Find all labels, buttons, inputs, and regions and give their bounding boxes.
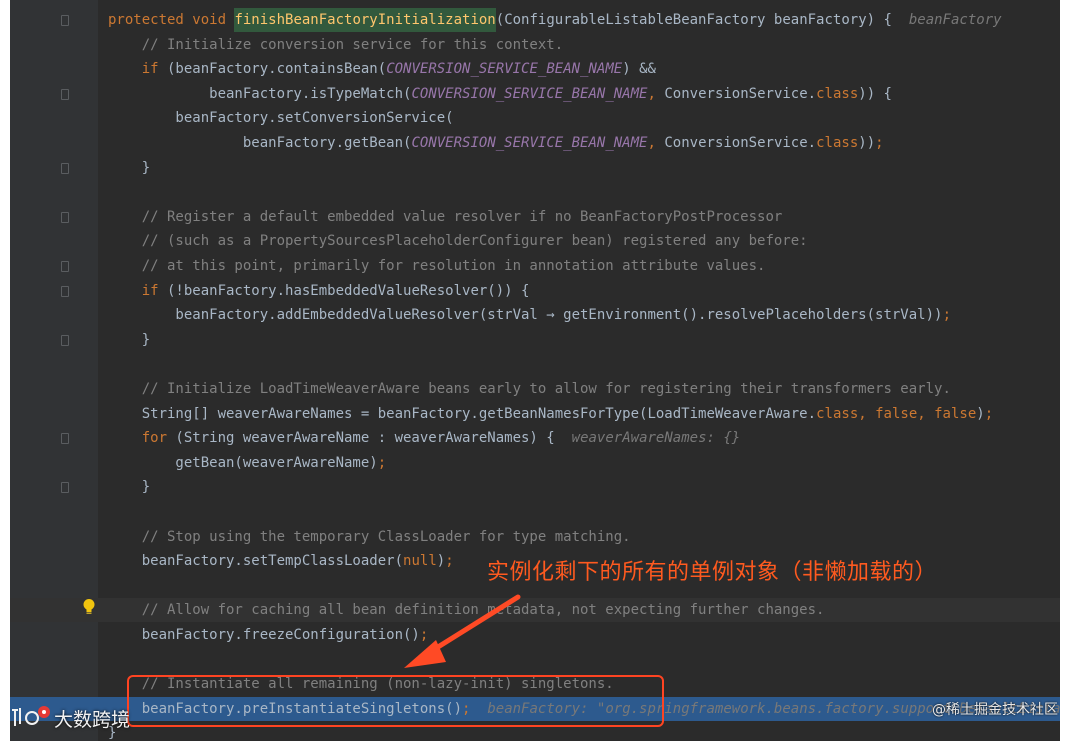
code-token: )) { [858,85,892,102]
code-token: ; [377,454,387,471]
code-token: )) [858,135,876,151]
code-line[interactable] [10,180,1060,204]
code-line[interactable]: } [10,328,1060,352]
code-token: (beanFactory.containsBean( [158,61,387,78]
code-line[interactable]: if (!beanFactory.hasEmbeddedValueResolve… [10,279,1060,303]
code-token: finishBeanFactoryInitialization [234,8,496,32]
code-line[interactable]: // Register a default embedded value res… [10,205,1060,229]
code-token: CONVERSION_SERVICE_BEAN_NAME [411,85,648,102]
code-editor[interactable]: protected void finishBeanFactoryInitiali… [10,0,1060,741]
code-token: (String weaverAwareName : weaverAwareNam… [167,430,555,447]
lightbulb-icon[interactable] [82,598,96,616]
watermark-right: @稀土掘金技术社区 [932,702,1058,718]
code-token: for [141,430,168,447]
code-token: // (such as a PropertySourcesPlaceholder… [108,233,808,250]
code-token: String[] weaverAwareNames = beanFactory.… [108,405,817,422]
code-line[interactable]: String[] weaverAwareNames = beanFactory.… [10,402,1060,426]
code-token: ) && [622,61,656,78]
code-token: } [108,479,151,496]
annotation-callout: 实例化剩下的所有的单例对象（非懒加载的） [487,560,938,585]
code-token: // Stop using the temporary ClassLoader … [108,528,631,545]
code-token: // Allow for caching all bean definition… [108,602,825,619]
code-token: beanFactory.setTempClassLoader( [108,553,404,570]
code-token: ; [445,553,454,570]
code-token: // Initialize LoadTimeWeaverAware beans … [108,381,951,397]
code-token: getBean(weaverAwareName) [108,454,378,471]
code-token: false [934,405,977,422]
code-line[interactable]: // Stop using the temporary ClassLoader … [10,525,1060,549]
code-token: , [647,85,665,102]
code-token: // at this point, primarily for resoluti… [108,258,766,274]
code-line[interactable]: for (String weaverAwareName : weaverAwar… [10,426,1060,450]
code-line[interactable]: // Initialize LoadTimeWeaverAware beans … [10,377,1060,401]
code-line[interactable]: } [10,156,1060,180]
code-line[interactable]: beanFactory.setConversionService( [10,106,1060,130]
annotation-highlight-box [127,675,664,727]
code-token: ConversionService. [664,135,817,151]
code-token: beanFactory.freezeConfiguration() [108,627,420,643]
code-token: CONVERSION_SERVICE_BEAN_NAME [411,135,648,151]
code-token: false [875,405,918,422]
code-token: ) [436,553,446,570]
code-token: CONVERSION_SERVICE_BEAN_NAME [386,61,623,78]
code-token: ; [419,627,429,643]
code-token: (ConfigurableListableBeanFactory beanFac… [495,12,892,28]
code-line[interactable]: // Initialize conversion service for thi… [10,33,1060,57]
code-token: class [816,405,859,422]
code-token: ; [875,135,884,151]
code-token: , [647,135,665,151]
code-token: weaverAwareNames: {} [554,430,741,447]
code-line[interactable]: // at this point, primarily for resoluti… [10,254,1060,278]
code-token: beanFactory.addEmbeddedValueResolver(str… [108,307,943,324]
code-line[interactable] [10,648,1060,672]
code-token: ; [984,405,994,422]
code-line[interactable]: beanFactory.getBean(CONVERSION_SERVICE_B… [10,131,1060,155]
code-line[interactable]: getBean(weaverAwareName); [10,451,1060,475]
code-token: class [816,85,859,102]
code-line[interactable]: // (such as a PropertySourcesPlaceholder… [10,229,1060,253]
code-line[interactable] [10,352,1060,376]
code-line[interactable]: beanFactory.addEmbeddedValueResolver(str… [10,303,1060,327]
code-token: if [141,282,159,299]
code-line[interactable]: beanFactory.isTypeMatch(CONVERSION_SERVI… [10,82,1060,106]
code-token: , [858,405,876,422]
code-token: beanFactory [891,12,1002,28]
code-line[interactable]: // Allow for caching all bean definition… [10,598,1060,623]
code-token: , [917,405,935,422]
code-token: ; [942,307,951,324]
code-token: class [816,135,859,151]
code-token: ConversionService. [664,85,817,102]
code-token: beanFactory.getBean( [108,135,412,151]
code-token: protected void [108,12,235,28]
code-token: null [403,553,437,570]
code-line[interactable]: protected void finishBeanFactoryInitiali… [10,8,1060,32]
code-token: // Register a default embedded value res… [108,208,783,225]
code-line[interactable] [10,500,1060,524]
code-token: } [108,331,151,348]
code-line[interactable]: if (beanFactory.containsBean(CONVERSION_… [10,57,1060,81]
code-line[interactable]: } [10,475,1060,499]
watermark-logo-icon [12,706,50,726]
watermark-left: 大数跨境 [54,709,131,731]
code-token: (!beanFactory.hasEmbeddedValueResolver()… [158,282,530,299]
code-token: ) [976,405,985,422]
code-token: beanFactory.isTypeMatch( [108,85,412,102]
code-line[interactable]: beanFactory.freezeConfiguration(); [10,623,1060,647]
code-token: } [108,159,151,176]
code-token: beanFactory.setConversionService( [108,110,454,127]
code-token: // Initialize conversion service for thi… [108,36,564,53]
code-token: if [141,61,159,78]
